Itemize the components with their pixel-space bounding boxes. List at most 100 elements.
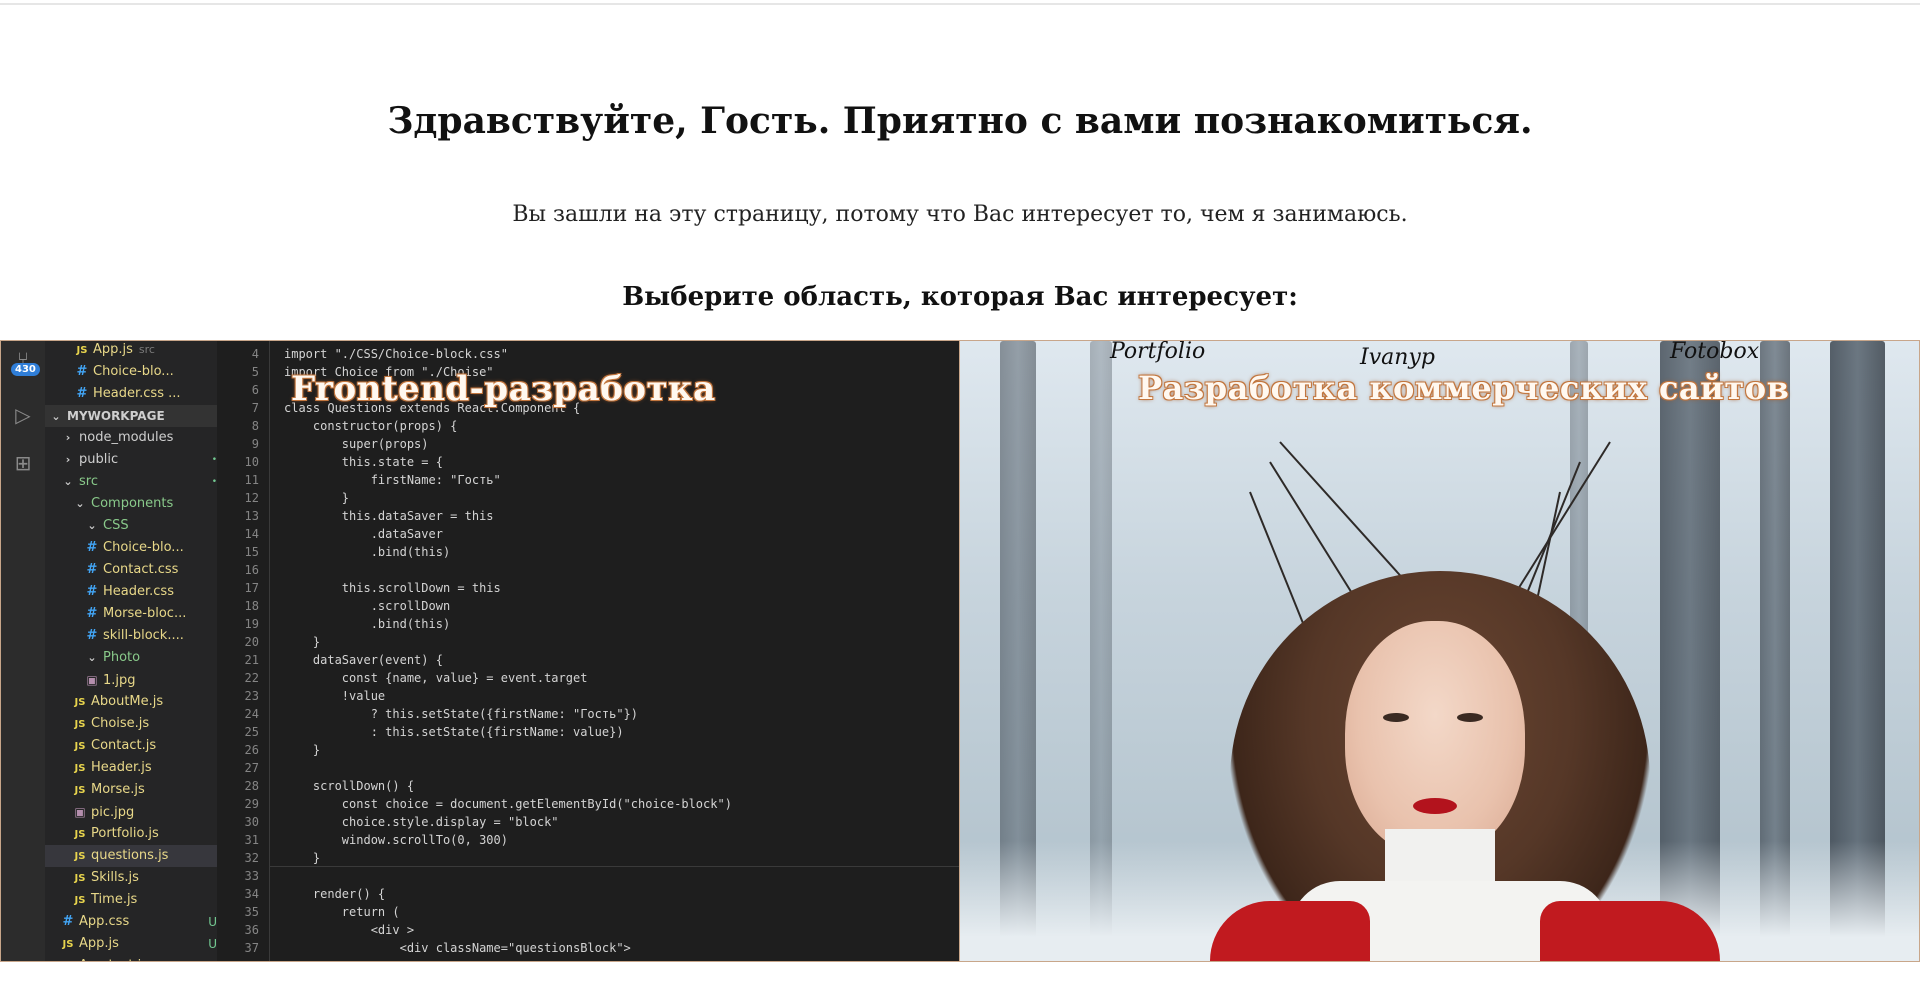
js-file-icon: JS bbox=[74, 785, 86, 796]
explorer-item-label: MYWORKPAGE bbox=[67, 409, 165, 423]
explorer-item-label: Header.css ... bbox=[93, 386, 181, 401]
code-line: this.scrollDown = this bbox=[284, 581, 501, 595]
explorer-item-label: App.js bbox=[93, 342, 133, 357]
explorer-item[interactable]: ⌄ src • bbox=[45, 471, 233, 493]
explorer-item[interactable]: › public • bbox=[45, 449, 233, 471]
explorer-item[interactable]: › node_modules bbox=[45, 427, 233, 449]
line-number: 24 bbox=[244, 707, 259, 721]
explorer-item-label: AboutMe.js bbox=[91, 694, 164, 709]
line-number: 6 bbox=[251, 383, 259, 397]
line-number: 36 bbox=[244, 923, 259, 937]
code-line: : this.setState({firstName: value}) bbox=[284, 725, 624, 739]
code-line: <div > bbox=[284, 923, 415, 937]
explorer-item[interactable]: JSChoise.jsU bbox=[45, 713, 245, 735]
code-line: ? this.setState({firstName: "Гость"}) bbox=[284, 707, 639, 721]
css-file-icon: # bbox=[76, 386, 88, 401]
explorer-item-label: Components bbox=[91, 496, 174, 511]
code-line: this.dataSaver = this bbox=[284, 509, 494, 523]
line-number: 31 bbox=[244, 833, 259, 847]
explorer-item-label: public bbox=[79, 452, 119, 467]
chevron-right-icon: › bbox=[65, 431, 71, 444]
line-number: 15 bbox=[244, 545, 259, 559]
explorer-item[interactable]: JSquestions.jsU bbox=[45, 845, 245, 867]
js-file-icon: JS bbox=[74, 719, 86, 730]
explorer-item-label: App.css bbox=[79, 914, 130, 929]
explorer-item[interactable]: JSHeader.jsU bbox=[45, 757, 245, 779]
image-file-icon: ▣ bbox=[86, 673, 98, 687]
code-line: .scrollDown bbox=[284, 599, 451, 613]
line-number: 17 bbox=[244, 581, 259, 595]
line-number: 5 bbox=[251, 365, 259, 379]
line-number: 21 bbox=[244, 653, 259, 667]
js-file-icon: JS bbox=[74, 829, 86, 840]
code-line: } bbox=[284, 635, 321, 649]
explorer-item-label: Header.js bbox=[91, 760, 152, 775]
top-divider bbox=[0, 3, 1920, 5]
line-number: 11 bbox=[244, 473, 259, 487]
code-line: return ( bbox=[284, 905, 400, 919]
explorer-item[interactable]: ▣pic.jpgU bbox=[45, 801, 245, 823]
chevron-down-icon: ⌄ bbox=[87, 519, 97, 532]
git-status-badge: U bbox=[208, 955, 217, 961]
explorer-item-label: Photo bbox=[103, 650, 141, 665]
extensions-icon: ⊞ bbox=[14, 451, 32, 475]
explorer-item-label: App.test.js bbox=[79, 958, 148, 961]
chevron-right-icon: › bbox=[65, 453, 71, 466]
image-file-icon: ▣ bbox=[74, 805, 86, 819]
page-greeting: Здравствуйте, Гость. Приятно с вами позн… bbox=[387, 100, 1533, 142]
portrait-photo bbox=[960, 341, 1919, 961]
commercial-choice-card[interactable]: Portfolio Ivanyp Fotobox Разработка комм… bbox=[959, 340, 1920, 962]
code-line: !value bbox=[284, 689, 386, 703]
explorer-item-label: Portfolio.js bbox=[91, 826, 159, 841]
line-number: 10 bbox=[244, 455, 259, 469]
explorer-item[interactable]: # App.css U bbox=[45, 911, 233, 933]
git-status-badge: U bbox=[208, 937, 217, 951]
explorer-item-label: skill-block.... bbox=[103, 628, 184, 643]
code-line: constructor(props) { bbox=[284, 419, 458, 433]
explorer-item[interactable]: JSContact.jsU bbox=[45, 735, 245, 757]
explorer-item-label: 1.jpg bbox=[103, 673, 136, 688]
portfolio-logo: Portfolio bbox=[1110, 340, 1206, 364]
explorer-item[interactable]: ⌄Components• bbox=[45, 493, 245, 515]
code-line: } bbox=[284, 491, 350, 505]
frontend-choice-card[interactable]: ⑂ 430 ▷ ⊞ JS App.js src U # Choice-blo... U # He… bbox=[0, 340, 959, 962]
explorer-item[interactable]: JSTime.jsU bbox=[45, 889, 245, 911]
explorer-item[interactable]: JSPortfolio.jsU bbox=[45, 823, 245, 845]
workspace-header[interactable]: ⌄ MYWORKPAGE bbox=[45, 405, 221, 427]
line-number: 28 bbox=[244, 779, 259, 793]
js-file-icon: JS bbox=[74, 741, 86, 752]
explorer-item-label: App.js bbox=[79, 936, 119, 951]
line-number: 14 bbox=[244, 527, 259, 541]
explorer-item[interactable]: JSAboutMe.jsU bbox=[45, 691, 245, 713]
explorer-item[interactable]: JSMorse.jsU bbox=[45, 779, 245, 801]
js-file-icon: JS bbox=[76, 345, 88, 356]
explorer-item-label: Contact.js bbox=[91, 738, 157, 753]
css-file-icon: # bbox=[86, 562, 98, 577]
js-file-icon: JS bbox=[74, 851, 86, 862]
code-line: dataSaver(event) { bbox=[284, 653, 443, 667]
code-line: } bbox=[284, 851, 321, 865]
line-number: 30 bbox=[244, 815, 259, 829]
code-line: .bind(this) bbox=[284, 545, 451, 559]
git-status-badge: U bbox=[208, 915, 217, 929]
js-file-icon: JS bbox=[61, 956, 75, 961]
chevron-down-icon: ⌄ bbox=[87, 651, 97, 664]
explorer-item[interactable]: JSSkills.jsU bbox=[45, 867, 245, 889]
line-number: 8 bbox=[251, 419, 259, 433]
code-line: firstName: "Гость" bbox=[284, 473, 501, 487]
explorer-item[interactable]: JS App.test.js U bbox=[45, 955, 233, 961]
code-line: const choice = document.getElementById("… bbox=[284, 797, 732, 811]
run-debug-icon: ▷ bbox=[15, 403, 31, 427]
explorer-item-label: Time.js bbox=[91, 892, 138, 907]
line-number: 26 bbox=[244, 743, 259, 757]
ivanyp-logo: Ivanyp bbox=[1360, 345, 1435, 370]
css-file-icon: # bbox=[86, 606, 98, 621]
line-number: 18 bbox=[244, 599, 259, 613]
explorer-item[interactable]: JS App.js U bbox=[45, 933, 233, 955]
explorer-item-label: Contact.css bbox=[103, 562, 179, 577]
explorer-item-label: Choice-blo... bbox=[103, 540, 184, 555]
js-file-icon: JS bbox=[62, 939, 74, 950]
line-number: 29 bbox=[244, 797, 259, 811]
explorer-item-label: Choice-blo... bbox=[93, 364, 174, 379]
css-file-icon: # bbox=[62, 914, 74, 929]
